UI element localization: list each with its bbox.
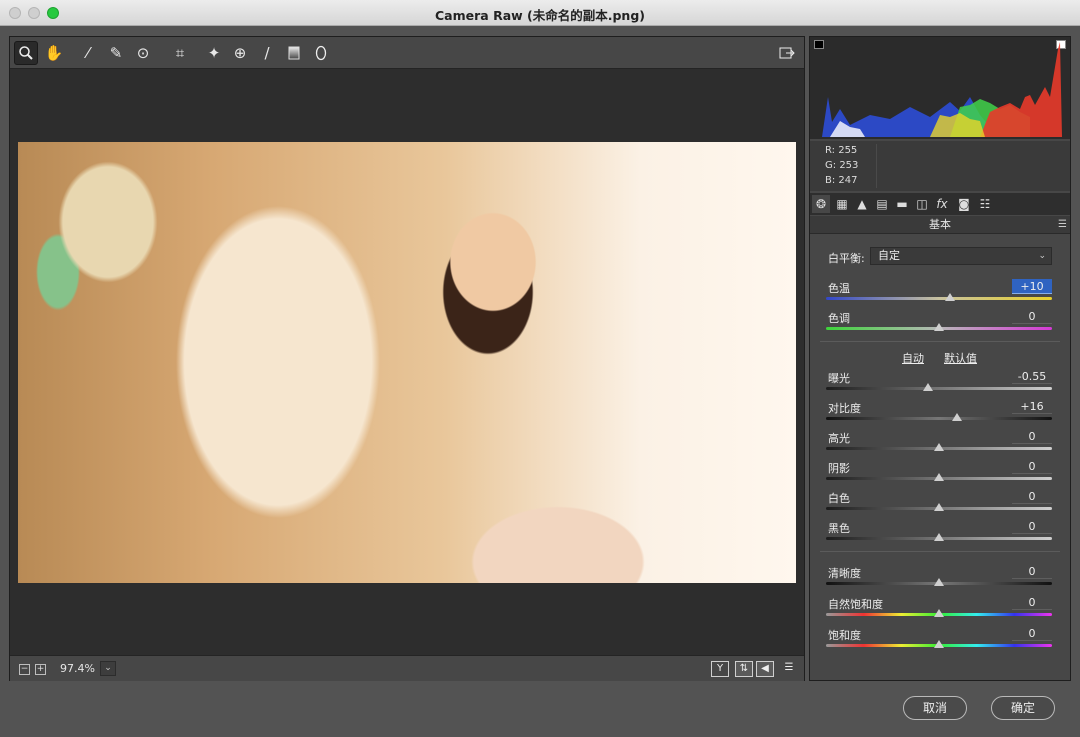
slider-thumb[interactable]	[945, 293, 956, 301]
zoom-in-button[interactable]: +	[35, 664, 46, 675]
tool-bar: ✋ ⁄ ✎ ⊙ ⌗ ✦ ⊕ /	[10, 37, 804, 69]
export-icon[interactable]	[775, 41, 799, 65]
tab-split-toning-icon[interactable]: ▬	[893, 195, 911, 213]
status-bar: − + 97.4% ⌄ Y ⇅ ◀ ☰	[10, 655, 804, 681]
slider-thumb[interactable]	[934, 609, 944, 617]
slider-label: 黑色	[828, 522, 850, 535]
slider-thumb[interactable]	[934, 443, 944, 451]
color-sampler-icon[interactable]: ✎	[104, 41, 128, 65]
slider-thumb[interactable]	[934, 473, 944, 481]
histogram	[810, 37, 1070, 139]
zoom-dropdown[interactable]: ⌄	[100, 661, 116, 676]
slider-value-field[interactable]: 0	[1012, 564, 1052, 579]
radial-filter-icon[interactable]	[309, 41, 333, 65]
histogram-graph	[822, 42, 1062, 137]
slider-label: 色温	[828, 282, 850, 295]
tab-effects-icon[interactable]: fx	[933, 195, 951, 213]
slider-value-field[interactable]: -0.55	[1012, 369, 1052, 384]
slider-thumb[interactable]	[934, 578, 944, 586]
slider-value-field[interactable]: 0	[1012, 519, 1052, 534]
slider-label: 饱和度	[828, 629, 861, 642]
slider-thumb[interactable]	[922, 383, 933, 391]
slider-thumb[interactable]	[934, 503, 944, 511]
gradient-filter-icon[interactable]	[282, 41, 306, 65]
crop-icon[interactable]: ⌗	[168, 41, 192, 65]
tab-tone-curve-icon[interactable]: ▦	[833, 195, 851, 213]
slider-label: 对比度	[828, 402, 861, 415]
white-balance-select[interactable]: 自定 ⌄	[870, 247, 1052, 265]
spot-removal-icon[interactable]: ✦	[202, 41, 226, 65]
preview-pane: ✋ ⁄ ✎ ⊙ ⌗ ✦ ⊕ / − + 97.4% ⌄ Y ⇅ ◀ ☰	[9, 36, 805, 681]
slider-thumb[interactable]	[952, 413, 963, 421]
eyedropper-icon[interactable]: ⁄	[76, 41, 100, 65]
slider-track[interactable]	[826, 417, 1052, 420]
swap-before-after-icon[interactable]: ⇅	[735, 661, 753, 677]
zoom-level: 97.4%	[60, 662, 95, 675]
r-value: 255	[838, 145, 858, 156]
slider-value-field[interactable]: +16	[1012, 399, 1052, 414]
tab-basic-icon[interactable]: ❂	[812, 195, 830, 213]
red-eye-icon[interactable]: ⊕	[228, 41, 252, 65]
copy-settings-icon[interactable]: ◀	[756, 661, 774, 677]
panel-title: 基本 ☰	[810, 216, 1070, 234]
preview-preferences-icon[interactable]: ☰	[780, 661, 798, 677]
chevron-down-icon: ⌄	[1038, 251, 1046, 261]
slider-value-field[interactable]: 0	[1012, 429, 1052, 444]
auto-link[interactable]: 自动	[902, 350, 924, 366]
panel-tabs: ❂ ▦ ▲ ▤ ▬ ◫ fx ◙ ☷	[810, 193, 1070, 215]
slider-track[interactable]	[826, 387, 1052, 390]
before-after-y-button[interactable]: Y	[711, 661, 729, 677]
cancel-button[interactable]: 取消	[903, 696, 967, 720]
slider-label: 清晰度	[828, 567, 861, 580]
r-label: R:	[825, 145, 836, 156]
tab-presets-icon[interactable]: ☷	[976, 195, 994, 213]
camera-raw-window: ✋ ⁄ ✎ ⊙ ⌗ ✦ ⊕ / − + 97.4% ⌄ Y ⇅ ◀ ☰ R: 2…	[0, 26, 1080, 737]
window-title: Camera Raw (未命名的副本.png)	[435, 8, 645, 23]
tab-hsl-icon[interactable]: ▤	[873, 195, 891, 213]
tab-detail-icon[interactable]: ▲	[853, 195, 871, 213]
slider-thumb[interactable]	[934, 533, 944, 541]
default-link[interactable]: 默认值	[944, 350, 977, 366]
targeted-adjust-icon[interactable]: ⊙	[131, 41, 155, 65]
adjustments-pane: R: 255 G: 253 B: 247 ❂ ▦ ▲ ▤ ▬ ◫ fx ◙ ☷ …	[809, 36, 1071, 681]
rgb-readout: R: 255 G: 253 B: 247	[810, 141, 1070, 191]
slider-thumb[interactable]	[934, 323, 944, 331]
b-label: B:	[825, 175, 836, 186]
white-balance-label: 白平衡:	[828, 252, 865, 265]
b-value: 247	[838, 175, 858, 186]
slider-value-field[interactable]: 0	[1012, 459, 1052, 474]
preview-image[interactable]	[18, 142, 796, 583]
zoom-tool-icon[interactable]	[14, 41, 38, 65]
tab-lens-icon[interactable]: ◫	[913, 195, 931, 213]
ok-button[interactable]: 确定	[991, 696, 1055, 720]
brush-icon[interactable]: /	[255, 41, 279, 65]
slider-value-field[interactable]: +10	[1012, 279, 1052, 294]
slider-value-field[interactable]: 0	[1012, 489, 1052, 504]
hand-tool-icon[interactable]: ✋	[42, 41, 66, 65]
slider-label: 曝光	[828, 372, 850, 385]
slider-value-field[interactable]: 0	[1012, 595, 1052, 610]
g-value: 253	[839, 160, 859, 171]
slider-label: 高光	[828, 432, 850, 445]
tab-camera-calibration-icon[interactable]: ◙	[955, 195, 973, 213]
slider-label: 阴影	[828, 462, 850, 475]
slider-label: 色调	[828, 312, 850, 325]
slider-label: 自然饱和度	[828, 598, 883, 611]
slider-thumb[interactable]	[934, 640, 944, 648]
g-label: G:	[825, 160, 837, 171]
slider-track[interactable]	[826, 297, 1052, 300]
panel-menu-icon[interactable]: ☰	[1058, 216, 1067, 234]
title-bar: Camera Raw (未命名的副本.png)	[0, 0, 1080, 26]
slider-value-field[interactable]: 0	[1012, 626, 1052, 641]
slider-value-field[interactable]: 0	[1012, 309, 1052, 324]
zoom-out-button[interactable]: −	[19, 664, 30, 675]
slider-label: 白色	[828, 492, 850, 505]
